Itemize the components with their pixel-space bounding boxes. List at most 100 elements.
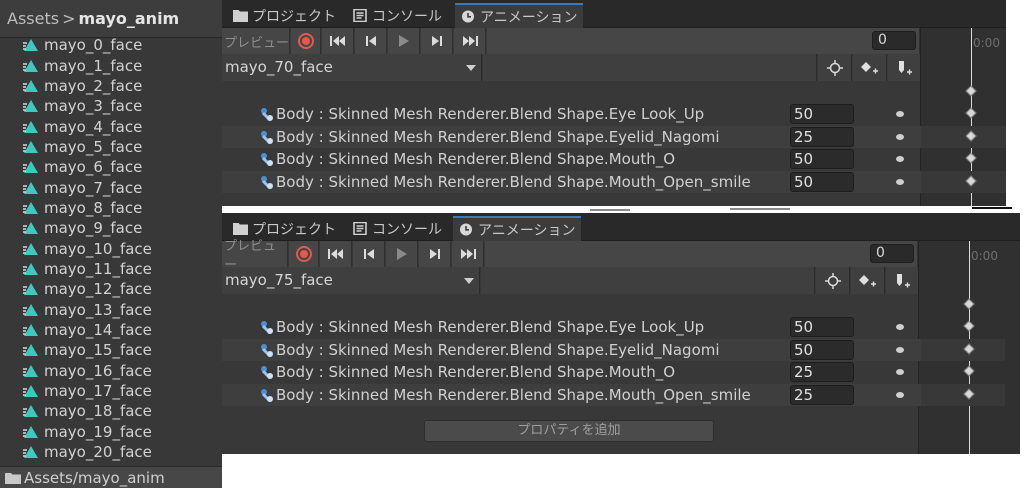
timeline-row[interactable] bbox=[921, 148, 1006, 170]
property-value-field[interactable]: 50 bbox=[790, 317, 854, 337]
asset-item[interactable]: mayo_16_face bbox=[0, 361, 222, 381]
filter-by-selection-button[interactable] bbox=[816, 267, 850, 294]
keyframe-diamond-icon[interactable] bbox=[963, 343, 975, 355]
asset-item[interactable]: mayo_18_face bbox=[0, 401, 222, 421]
next-keyframe-button[interactable] bbox=[419, 241, 451, 267]
timeline[interactable]: 0:00 bbox=[920, 28, 1006, 206]
timeline-row[interactable] bbox=[921, 171, 1006, 194]
clock-icon bbox=[460, 223, 472, 236]
frame-field[interactable]: 0 bbox=[870, 244, 914, 263]
summary-keyframe-icon[interactable] bbox=[963, 298, 975, 310]
keyframe-diamond-icon[interactable] bbox=[963, 365, 975, 378]
keyframe-diamond-icon[interactable] bbox=[963, 320, 975, 332]
asset-item[interactable]: mayo_8_face bbox=[0, 198, 222, 218]
timeline-row[interactable] bbox=[921, 125, 1006, 148]
prev-keyframe-button[interactable] bbox=[353, 241, 385, 267]
frame-field[interactable]: 0 bbox=[872, 31, 916, 50]
tab-animation[interactable]: アニメーション bbox=[455, 3, 583, 28]
add-event-button[interactable] bbox=[888, 54, 922, 81]
property-row[interactable]: Body : Skinned Mesh Renderer.Blend Shape… bbox=[222, 125, 921, 148]
asset-item[interactable]: mayo_3_face bbox=[0, 96, 222, 116]
asset-item[interactable]: mayo_1_face bbox=[0, 55, 222, 75]
property-value-field[interactable]: 25 bbox=[790, 362, 854, 383]
last-keyframe-button[interactable] bbox=[452, 241, 484, 267]
filter-by-selection-button[interactable] bbox=[818, 54, 852, 81]
property-row[interactable]: Body : Skinned Mesh Renderer.Blend Shape… bbox=[222, 338, 921, 361]
timeline-row[interactable] bbox=[919, 361, 1005, 383]
tab-console[interactable]: コンソール bbox=[347, 3, 447, 28]
asset-item[interactable]: mayo_2_face bbox=[0, 76, 222, 96]
timeline-row[interactable] bbox=[921, 103, 1006, 125]
last-keyframe-button[interactable] bbox=[454, 28, 486, 54]
property-row[interactable]: Body : Skinned Mesh Renderer.Blend Shape… bbox=[222, 384, 921, 407]
keyframe-diamond-icon[interactable] bbox=[965, 130, 977, 142]
record-button[interactable] bbox=[291, 28, 321, 54]
prev-keyframe-button[interactable] bbox=[355, 28, 387, 54]
console-icon bbox=[353, 9, 367, 22]
property-value-field[interactable]: 50 bbox=[790, 104, 854, 124]
property-row[interactable]: Body : Skinned Mesh Renderer.Blend Shape… bbox=[222, 103, 921, 125]
first-keyframe-button[interactable] bbox=[322, 28, 354, 54]
tab-console[interactable]: コンソール bbox=[347, 216, 447, 241]
keyframe-dot-icon[interactable] bbox=[896, 392, 904, 399]
keyframe-diamond-icon[interactable] bbox=[963, 388, 975, 400]
add-keyframe-button[interactable] bbox=[851, 267, 885, 294]
asset-item[interactable]: mayo_7_face bbox=[0, 177, 222, 197]
property-row[interactable]: Body : Skinned Mesh Renderer.Blend Shape… bbox=[222, 316, 921, 338]
keyframe-diamond-icon[interactable] bbox=[965, 152, 977, 165]
asset-item[interactable]: mayo_19_face bbox=[0, 422, 222, 442]
first-keyframe-button[interactable] bbox=[320, 241, 352, 267]
asset-item[interactable]: mayo_9_face bbox=[0, 218, 222, 238]
next-keyframe-button[interactable] bbox=[421, 28, 453, 54]
tab-animation[interactable]: アニメーション bbox=[453, 216, 581, 241]
clip-dropdown[interactable]: mayo_75_face bbox=[222, 267, 480, 294]
property-value-field[interactable]: 50 bbox=[790, 172, 854, 193]
record-button[interactable] bbox=[289, 241, 319, 267]
keyframe-dot-icon[interactable] bbox=[896, 156, 904, 163]
asset-item[interactable]: mayo_13_face bbox=[0, 299, 222, 319]
asset-item[interactable]: mayo_14_face bbox=[0, 320, 222, 340]
play-button[interactable] bbox=[388, 28, 420, 54]
keyframe-dot-icon[interactable] bbox=[896, 133, 904, 140]
asset-item[interactable]: mayo_12_face bbox=[0, 279, 222, 299]
asset-item[interactable]: mayo_4_face bbox=[0, 116, 222, 136]
property-value-field[interactable]: 25 bbox=[790, 126, 854, 147]
asset-item[interactable]: mayo_6_face bbox=[0, 157, 222, 177]
keyframe-dot-icon[interactable] bbox=[896, 111, 904, 117]
timeline-row[interactable] bbox=[919, 316, 1005, 338]
property-row[interactable]: Body : Skinned Mesh Renderer.Blend Shape… bbox=[222, 148, 921, 170]
asset-item[interactable]: mayo_15_face bbox=[0, 340, 222, 360]
add-event-button[interactable] bbox=[886, 267, 920, 294]
asset-item[interactable]: mayo_11_face bbox=[0, 259, 222, 279]
property-row[interactable]: Body : Skinned Mesh Renderer.Blend Shape… bbox=[222, 171, 921, 194]
keyframe-diamond-icon[interactable] bbox=[965, 175, 977, 187]
keyframe-dot-icon[interactable] bbox=[896, 324, 904, 330]
timeline[interactable]: 0:00 bbox=[918, 241, 1020, 454]
timeline-row[interactable] bbox=[919, 384, 1005, 407]
preview-toggle[interactable]: プレビュー bbox=[222, 28, 290, 54]
property-row[interactable]: Body : Skinned Mesh Renderer.Blend Shape… bbox=[222, 361, 921, 383]
keyframe-dot-icon[interactable] bbox=[896, 346, 904, 353]
property-value-field[interactable]: 50 bbox=[790, 339, 854, 360]
keyframe-dot-icon[interactable] bbox=[896, 369, 904, 376]
preview-toggle[interactable]: プレビュー bbox=[222, 239, 288, 273]
property-value-field[interactable]: 25 bbox=[790, 385, 854, 406]
timeline-row[interactable] bbox=[919, 338, 1005, 361]
asset-item[interactable]: mayo_5_face bbox=[0, 137, 222, 157]
play-button[interactable] bbox=[386, 241, 418, 267]
summary-keyframe-icon[interactable] bbox=[965, 85, 977, 97]
asset-item[interactable]: mayo_20_face bbox=[0, 442, 222, 462]
keyframe-diamond-icon[interactable] bbox=[965, 107, 977, 119]
asset-item[interactable]: mayo_0_face bbox=[0, 35, 222, 55]
tab-project[interactable]: プロジェクト bbox=[227, 3, 339, 28]
clip-dropdown[interactable]: mayo_70_face bbox=[222, 54, 482, 81]
asset-item[interactable]: mayo_17_face bbox=[0, 381, 222, 401]
add-property-button[interactable]: プロパティを追加 bbox=[424, 420, 714, 442]
breadcrumb-root[interactable]: Assets bbox=[7, 9, 59, 28]
keyframe-dot-icon[interactable] bbox=[896, 179, 904, 186]
property-value-field[interactable]: 50 bbox=[790, 149, 854, 170]
skip-start-icon bbox=[327, 249, 343, 259]
add-keyframe-button[interactable] bbox=[853, 54, 887, 81]
asset-item[interactable]: mayo_10_face bbox=[0, 238, 222, 258]
breadcrumb-current[interactable]: mayo_anim bbox=[78, 9, 179, 28]
